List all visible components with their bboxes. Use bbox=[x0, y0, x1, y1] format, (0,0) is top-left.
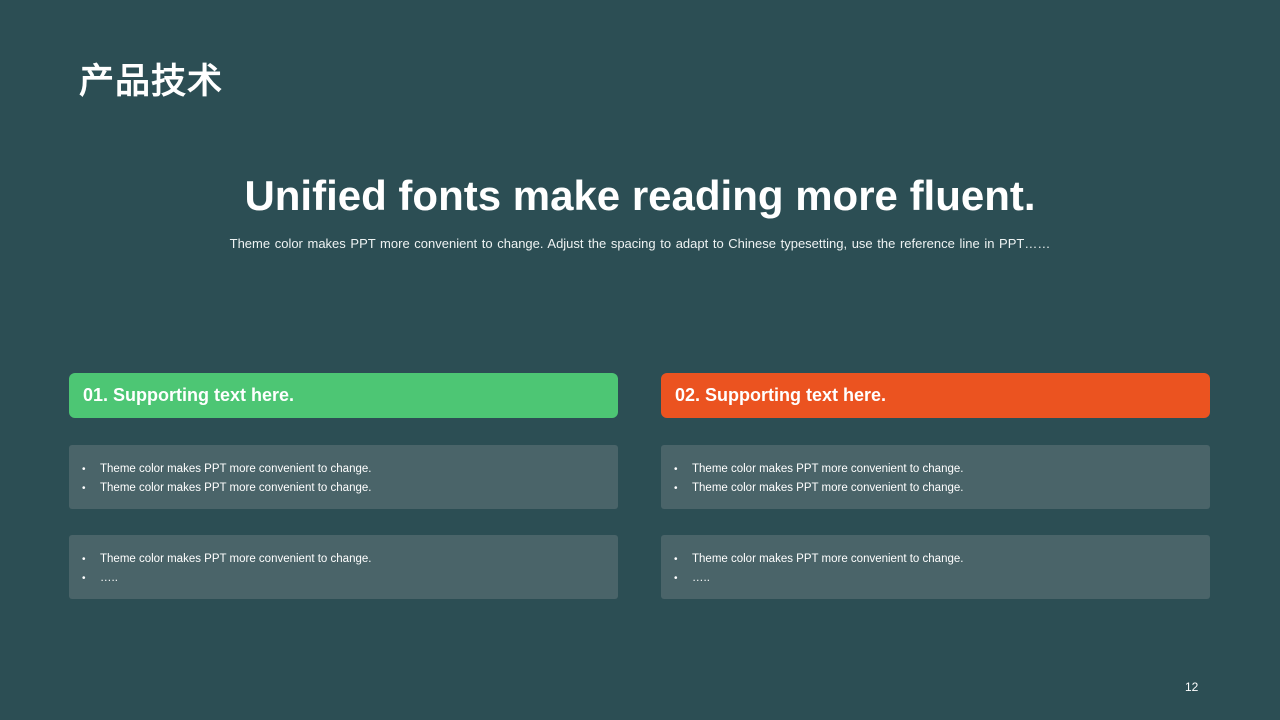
bullet-list: • Theme color makes PPT more convenient t… bbox=[674, 550, 1210, 588]
column-2-header: 02. Supporting text here. bbox=[661, 373, 1210, 418]
bullet-icon: • bbox=[674, 464, 678, 475]
bullet-icon: • bbox=[674, 573, 678, 584]
bullet-list: • Theme color makes PPT more convenient t… bbox=[82, 550, 618, 588]
bullet-list: • Theme color makes PPT more convenient t… bbox=[674, 460, 1210, 498]
section-title: 产品技术 bbox=[79, 62, 224, 102]
subtitle: Theme color makes PPT more convenient to… bbox=[229, 236, 1051, 251]
list-item: • Theme color makes PPT more convenient t… bbox=[674, 550, 1210, 569]
list-item: • Theme color makes PPT more convenient t… bbox=[82, 479, 618, 498]
list-item-text: Theme color makes PPT more convenient to… bbox=[100, 463, 372, 475]
list-item-text: Theme color makes PPT more convenient to… bbox=[100, 553, 372, 565]
list-item-text: Theme color makes PPT more convenient to… bbox=[692, 553, 964, 565]
bullet-icon: • bbox=[674, 483, 678, 494]
list-item: • ….. bbox=[674, 569, 1210, 588]
list-item-text: Theme color makes PPT more convenient to… bbox=[692, 482, 964, 494]
list-item-text: Theme color makes PPT more convenient to… bbox=[692, 463, 964, 475]
bullet-icon: • bbox=[82, 483, 86, 494]
list-item: • Theme color makes PPT more convenient t… bbox=[82, 550, 618, 569]
column-1-header: 01. Supporting text here. bbox=[69, 373, 618, 418]
bullet-icon: • bbox=[82, 573, 86, 584]
column-1-card-2: • Theme color makes PPT more convenient t… bbox=[69, 535, 618, 599]
column-1-card-1: • Theme color makes PPT more convenient t… bbox=[69, 445, 618, 509]
list-item: • Theme color makes PPT more convenient t… bbox=[82, 460, 618, 479]
bullet-icon: • bbox=[82, 554, 86, 565]
list-item: • Theme color makes PPT more convenient t… bbox=[674, 460, 1210, 479]
list-item-text: ….. bbox=[692, 572, 710, 584]
list-item: • ….. bbox=[82, 569, 618, 588]
column-2-card-2: • Theme color makes PPT more convenient t… bbox=[661, 535, 1210, 599]
bullet-list: • Theme color makes PPT more convenient t… bbox=[82, 460, 618, 498]
column-2-card-1: • Theme color makes PPT more convenient t… bbox=[661, 445, 1210, 509]
list-item-text: Theme color makes PPT more convenient to… bbox=[100, 482, 372, 494]
list-item-text: ….. bbox=[100, 572, 118, 584]
bullet-icon: • bbox=[82, 464, 86, 475]
bullet-icon: • bbox=[674, 554, 678, 565]
slide: 产品技术 Unified fonts make reading more flu… bbox=[0, 0, 1280, 720]
headline: Unified fonts make reading more fluent. bbox=[244, 172, 1036, 219]
list-item: • Theme color makes PPT more convenient t… bbox=[674, 479, 1210, 498]
page-number: 12 bbox=[1185, 680, 1199, 694]
